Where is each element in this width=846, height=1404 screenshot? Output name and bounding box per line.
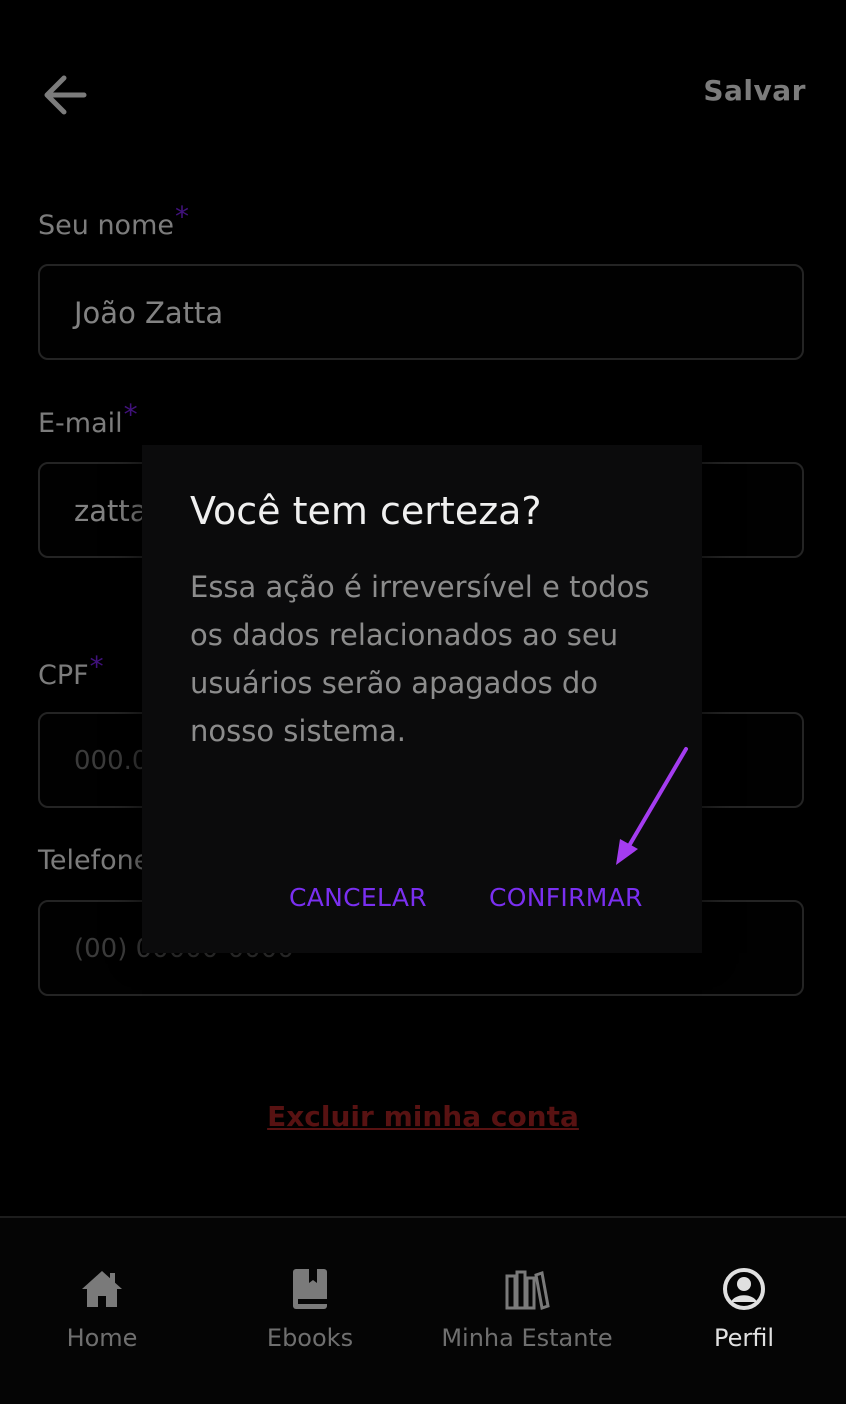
dialog-title: Você tem certeza? xyxy=(190,489,542,533)
nav-minha-estante[interactable]: Minha Estante xyxy=(432,1266,622,1352)
dialog-message: Essa ação é irreversível e todos os dado… xyxy=(190,570,650,748)
cancel-button[interactable]: CANCELAR xyxy=(289,883,427,912)
home-icon xyxy=(82,1271,122,1307)
nav-ebooks-label: Ebooks xyxy=(266,1324,354,1352)
bookshelf-icon xyxy=(505,1270,550,1310)
nav-minha-estante-label: Minha Estante xyxy=(441,1324,613,1352)
nav-perfil[interactable]: Perfil xyxy=(708,1266,780,1352)
profile-icon xyxy=(723,1268,765,1310)
confirm-dialog: Você tem certeza? Essa ação é irreversív… xyxy=(142,445,702,953)
book-icon xyxy=(293,1269,327,1309)
nav-perfil-label: Perfil xyxy=(713,1324,775,1352)
nav-home-label: Home xyxy=(66,1324,138,1352)
nav-home[interactable]: Home xyxy=(62,1266,142,1352)
nav-ebooks[interactable]: Ebooks xyxy=(262,1266,358,1352)
profile-edit-screen: Salvar Seu nome* João Zatta E-mail* zatt… xyxy=(0,0,846,1404)
bottom-navigation: Home Ebooks Minha Estante Perfil xyxy=(0,1216,846,1404)
confirm-button[interactable]: CONFIRMAR xyxy=(489,883,643,912)
annotation-arrow-icon xyxy=(616,747,688,865)
